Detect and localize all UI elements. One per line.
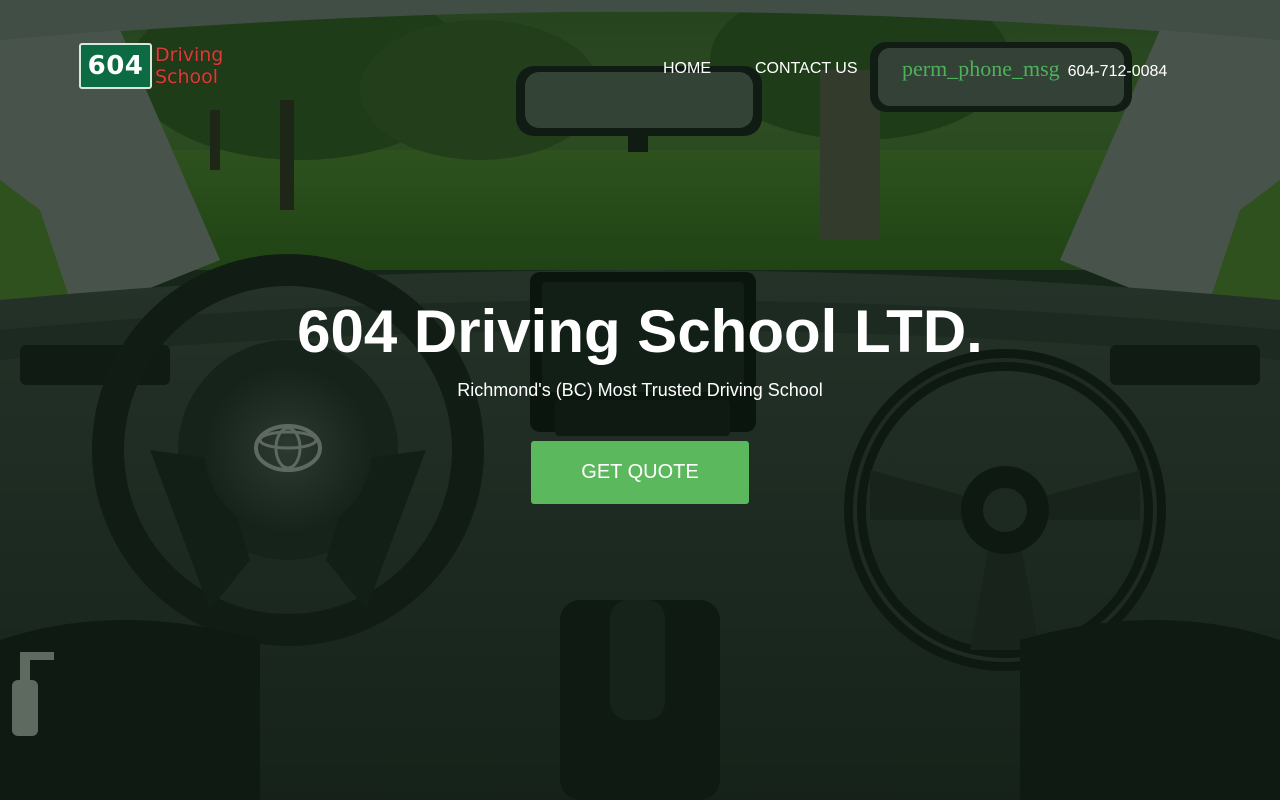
logo-word-school: School (155, 66, 219, 88)
perm-phone-msg-icon: perm_phone_msg (902, 56, 1060, 81)
phone-number: 604-712-0084 (1067, 63, 1168, 80)
logo-wordmark: Driving School (155, 44, 223, 88)
hero-section: 604 Driving School HOME CONTACT US perm_… (0, 0, 1280, 800)
hero-title: 604 Driving School LTD. (297, 298, 983, 365)
site-logo[interactable]: 604 Driving School (79, 43, 223, 89)
logo-word-driving: Driving (155, 44, 224, 66)
nav-home-link[interactable]: HOME (663, 59, 711, 79)
phone-link[interactable]: perm_phone_msg 604-712-0084 (902, 56, 1167, 82)
nav-contact-link[interactable]: CONTACT US (755, 59, 858, 79)
get-quote-button[interactable]: GET QUOTE (531, 441, 749, 504)
hero-subtitle: Richmond's (BC) Most Trusted Driving Sch… (457, 380, 823, 400)
main-nav: HOME CONTACT US (663, 58, 858, 80)
logo-badge: 604 (79, 43, 152, 89)
